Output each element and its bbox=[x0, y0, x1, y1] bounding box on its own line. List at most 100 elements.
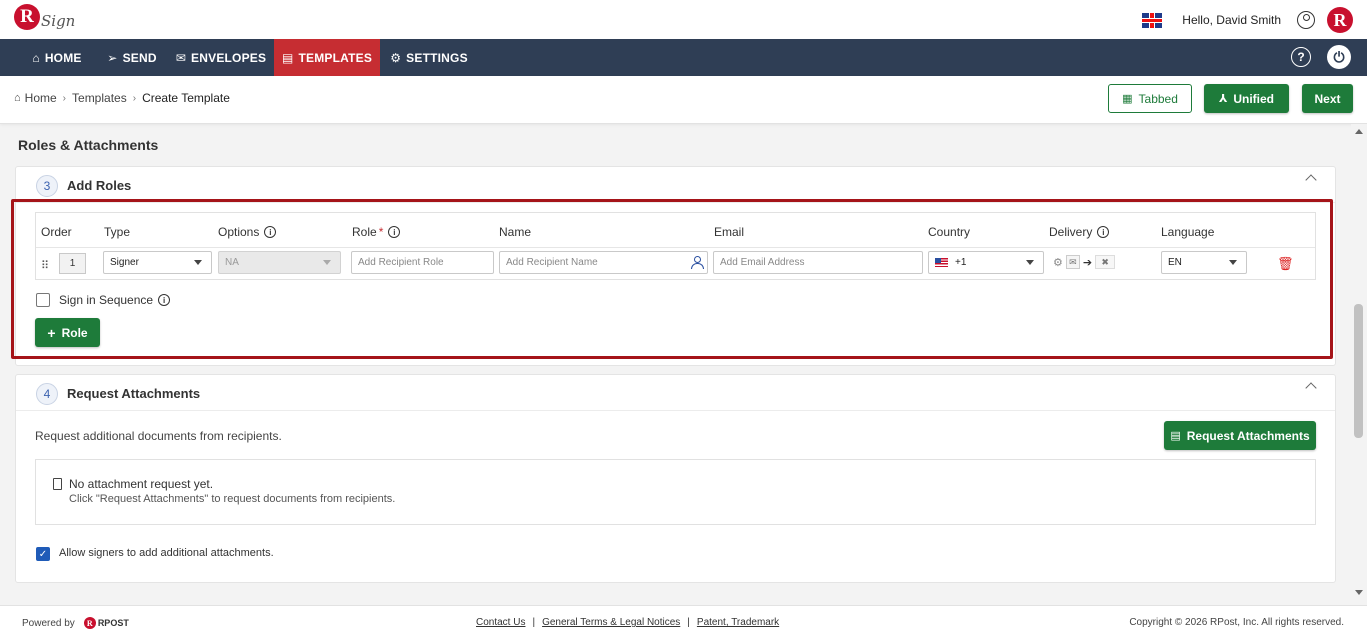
scroll-up-arrow-icon[interactable] bbox=[1355, 129, 1363, 134]
footer: Powered by R RPOST Contact Us | General … bbox=[0, 605, 1367, 639]
column-delivery-label: Delivery bbox=[1049, 225, 1093, 239]
unified-button[interactable]: ⅄ Unified bbox=[1204, 84, 1289, 113]
step-number: 4 bbox=[36, 383, 58, 405]
chevron-up-icon[interactable] bbox=[1305, 382, 1317, 394]
scrollbar[interactable] bbox=[1351, 124, 1367, 605]
rpost-logo[interactable]: R RPOST bbox=[83, 617, 129, 629]
terms-link[interactable]: General Terms & Legal Notices bbox=[542, 617, 680, 628]
us-flag-icon bbox=[935, 258, 948, 267]
info-icon[interactable]: i bbox=[1097, 226, 1110, 238]
scrollbar-thumb[interactable] bbox=[1354, 304, 1363, 438]
uk-flag-icon[interactable] bbox=[1142, 12, 1163, 28]
column-options-label: Options bbox=[218, 225, 260, 239]
recipient-name-input[interactable]: Add Recipient Name bbox=[499, 251, 708, 274]
sign-in-sequence-label: Sign in Sequence i bbox=[59, 293, 171, 307]
greeting-text: Hello, David Smith bbox=[1182, 13, 1281, 27]
rpost-logo-mark: R bbox=[83, 617, 96, 629]
add-role-button[interactable]: + Role bbox=[35, 318, 100, 347]
request-attachments-label: Request Attachments bbox=[1186, 428, 1310, 443]
document-icon: ▤ bbox=[1170, 430, 1181, 442]
scroll-down-arrow-icon[interactable] bbox=[1355, 590, 1363, 595]
nav-templates[interactable]: ▤ TEMPLATES bbox=[274, 39, 380, 76]
copyright-text: Copyright © 2026 RPost, Inc. All rights … bbox=[1129, 617, 1344, 628]
request-attachments-title: Request Attachments bbox=[67, 386, 201, 401]
attachments-description: Request additional documents from recipi… bbox=[35, 429, 282, 443]
rsign-logo[interactable]: R Sign bbox=[14, 4, 75, 30]
nav-settings[interactable]: ⚙ SETTINGS bbox=[380, 39, 478, 76]
recipient-email-input[interactable]: Add Email Address bbox=[713, 251, 923, 274]
home-icon: ⌂ bbox=[32, 50, 40, 65]
power-icon[interactable]: ⏻ bbox=[1327, 45, 1351, 69]
info-icon[interactable]: i bbox=[158, 294, 171, 306]
nav-envelopes-label: ENVELOPES bbox=[191, 50, 267, 65]
breadcrumb-separator: › bbox=[62, 92, 67, 104]
next-button[interactable]: Next bbox=[1302, 84, 1353, 113]
chevron-up-icon[interactable] bbox=[1305, 174, 1317, 186]
recipient-role-input[interactable]: Add Recipient Role bbox=[351, 251, 494, 274]
contact-picker-icon[interactable] bbox=[691, 256, 704, 269]
unified-button-label: Unified bbox=[1233, 91, 1275, 106]
column-name: Name bbox=[499, 225, 532, 239]
close-icon[interactable]: ✖ bbox=[1095, 255, 1116, 269]
contact-us-link[interactable]: Contact Us bbox=[476, 617, 525, 628]
order-input[interactable]: 1 bbox=[59, 253, 86, 274]
envelope-icon: ✉ bbox=[175, 50, 187, 65]
sign-in-sequence-checkbox[interactable] bbox=[36, 293, 50, 307]
add-roles-header[interactable]: 3 Add Roles bbox=[16, 167, 1335, 203]
country-code-value: +1 bbox=[955, 257, 967, 268]
avatar[interactable]: R bbox=[1327, 7, 1353, 33]
gear-icon[interactable]: ⚙ bbox=[1053, 256, 1063, 269]
breadcrumb: ⌂ Home › Templates › Create Template bbox=[14, 91, 230, 105]
tabbed-button[interactable]: ▦ Tabbed bbox=[1108, 84, 1192, 113]
options-select: NA bbox=[218, 251, 341, 274]
delivery-options: ⚙ ✉ ➔ ✖ bbox=[1053, 255, 1116, 269]
nav-home[interactable]: ⌂ HOME bbox=[18, 39, 96, 76]
recipient-name-placeholder: Add Recipient Name bbox=[506, 257, 598, 268]
powered-by-text: Powered by bbox=[22, 617, 75, 629]
nav-send[interactable]: ➢ SEND bbox=[96, 39, 168, 76]
language-select[interactable]: EN bbox=[1161, 251, 1247, 274]
grid-icon: ▦ bbox=[1122, 93, 1133, 105]
allow-attachments-checkbox[interactable]: ✓ bbox=[36, 547, 50, 561]
logo-text: Sign bbox=[41, 12, 76, 30]
breadcrumb-home[interactable]: Home bbox=[25, 91, 57, 105]
sign-in-sequence-text: Sign in Sequence bbox=[59, 293, 154, 307]
chevron-down-icon bbox=[323, 260, 331, 265]
info-icon[interactable]: i bbox=[388, 226, 401, 238]
logo-mark: R bbox=[14, 4, 40, 30]
column-role-label: Role bbox=[352, 225, 377, 239]
country-code-select[interactable]: +1 bbox=[928, 251, 1044, 274]
attachments-empty-state: No attachment request yet. Click "Reques… bbox=[35, 459, 1316, 525]
column-options: Options i bbox=[218, 225, 277, 239]
home-icon: ⌂ bbox=[14, 92, 21, 104]
request-attachments-header[interactable]: 4 Request Attachments bbox=[16, 375, 1335, 411]
column-delivery: Delivery i bbox=[1049, 225, 1110, 239]
email-delivery-icon[interactable]: ✉ bbox=[1065, 255, 1080, 269]
tabbed-button-label: Tabbed bbox=[1138, 91, 1178, 106]
top-header: R Sign Hello, David Smith R bbox=[0, 0, 1367, 39]
required-marker: * bbox=[378, 225, 384, 239]
trash-icon[interactable]: 🗑 bbox=[1277, 256, 1294, 272]
type-select-value: Signer bbox=[110, 257, 139, 268]
column-type: Type bbox=[104, 225, 131, 239]
column-country: Country bbox=[928, 225, 971, 239]
nav-envelopes[interactable]: ✉ ENVELOPES bbox=[168, 39, 274, 76]
nav-templates-label: TEMPLATES bbox=[298, 50, 373, 65]
info-icon[interactable]: i bbox=[264, 226, 277, 238]
breadcrumb-templates[interactable]: Templates bbox=[72, 91, 127, 105]
column-role: Role * i bbox=[352, 225, 401, 239]
breadcrumb-bar: ⌂ Home › Templates › Create Template ▦ T… bbox=[0, 76, 1367, 124]
allow-attachments-label: Allow signers to add additional attachme… bbox=[59, 547, 274, 559]
user-profile-icon[interactable] bbox=[1297, 11, 1315, 29]
patent-link[interactable]: Patent, Trademark bbox=[697, 617, 779, 628]
type-select[interactable]: Signer bbox=[103, 251, 212, 274]
plus-icon: + bbox=[47, 324, 56, 341]
chevron-down-icon bbox=[1026, 260, 1034, 265]
chevron-down-icon bbox=[194, 260, 202, 265]
help-icon[interactable]: ? bbox=[1291, 47, 1311, 67]
page-section-title: Roles & Attachments bbox=[18, 137, 159, 153]
language-select-value: EN bbox=[1168, 257, 1182, 268]
nav-home-label: HOME bbox=[44, 50, 82, 65]
drag-handle-icon[interactable]: ⠿ bbox=[41, 259, 49, 272]
request-attachments-button[interactable]: ▤ Request Attachments bbox=[1164, 421, 1316, 450]
